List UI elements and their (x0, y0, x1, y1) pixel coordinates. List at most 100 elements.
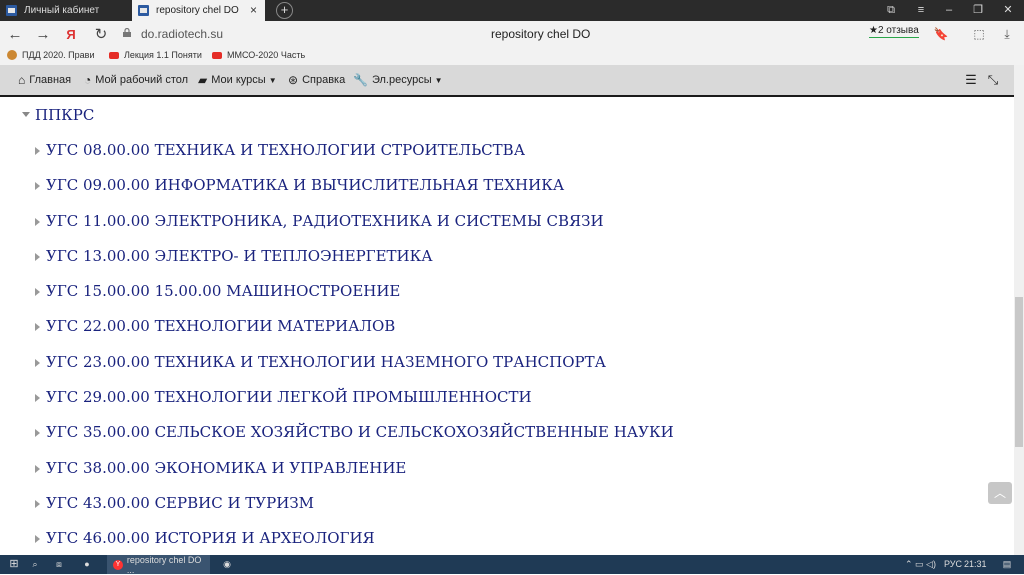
tab-personal-cabinet[interactable]: Личный кабинет (0, 0, 131, 21)
home-icon: ⌂ (18, 73, 26, 87)
subcategory-item[interactable]: УГС 15.00.00 15.00.00 МАШИНОСТРОЕНИЕ (35, 282, 674, 317)
clock[interactable]: 21:31 (964, 555, 987, 574)
nav-my-courses[interactable]: ▰ Мои курсы ▼ (198, 65, 277, 95)
nav-help[interactable]: ⊛ Справка (288, 65, 345, 95)
wrench-icon: 🔧 (353, 73, 368, 87)
subcategory-label: УГС 09.00.00 ИНФОРМАТИКА И ВЫЧИСЛИТЕЛЬНА… (46, 176, 565, 195)
lock-icon (123, 28, 131, 37)
bookmark-item[interactable]: ПДД 2020. Прави (7, 50, 94, 60)
road-sign-icon (7, 50, 17, 60)
category-tree: ППКРС УГС 08.00.00 ТЕХНИКА И ТЕХНОЛОГИИ … (0, 97, 1014, 555)
new-tab-button[interactable]: + (276, 2, 293, 19)
subcategory-item[interactable]: УГС 13.00.00 ЭЛЕКТРО- И ТЕПЛОЭНЕРГЕТИКА (35, 247, 674, 282)
download-icon[interactable]: ⤓ (996, 21, 1018, 48)
briefcase-icon: ▰ (198, 73, 208, 87)
subcategory-item[interactable]: УГС 43.00.00 СЕРВИС И ТУРИЗМ (35, 494, 674, 529)
subcategory-label: УГС 08.00.00 ТЕХНИКА И ТЕХНОЛОГИИ СТРОИТ… (46, 141, 526, 159)
os-taskbar: ⊞ ⌕ ⧈ ● Y repository chel DO ... ◉ ⌃ ▭ ◁… (0, 554, 1024, 575)
collapsed-triangle-icon (35, 182, 40, 191)
nav-courses-label: Мои курсы (211, 74, 266, 86)
yandex-browser-icon: Y (113, 559, 123, 570)
chrome-icon[interactable]: ◉ (220, 555, 234, 574)
forward-arrow-icon[interactable]: → (30, 21, 56, 48)
taskbar-app-browser[interactable]: Y repository chel DO ... (107, 554, 210, 575)
subcategory-item[interactable]: УГС 29.00.00 ТЕХНОЛОГИИ ЛЕГКОЙ ПРОМЫШЛЕН… (35, 388, 674, 423)
taskbar-app-label: repository chel DO ... (126, 554, 202, 575)
bookmark-label: ПДД 2020. Прави (22, 50, 95, 60)
task-view-icon[interactable]: ⧈ (52, 555, 66, 574)
subcategory-label: УГС 11.00.00 ЭЛЕКТРОНИКА, РАДИОТЕХНИКА И… (46, 211, 604, 230)
nav-help-label: Справка (302, 74, 346, 86)
address-bar: ← → Я ↻ do.radiotech.su repository chel … (0, 21, 1024, 48)
windows-start-icon[interactable]: ⊞ (6, 555, 22, 574)
site-favicon-icon (6, 5, 17, 16)
minimize-button[interactable]: – (934, 0, 964, 21)
collapsed-triangle-icon (35, 535, 40, 544)
restore-button[interactable]: ❐ (963, 0, 993, 21)
subcategory-item[interactable]: УГС 11.00.00 ЭЛЕКТРОНИКА, РАДИОТЕХНИКА И… (35, 212, 674, 247)
yandex-icon[interactable]: Я (58, 21, 84, 48)
bookmark-item[interactable]: ММСО-2020 Часть (212, 50, 305, 60)
collapsed-triangle-icon (35, 358, 40, 367)
root-category-label: ППКРС (35, 106, 95, 124)
nav-dashboard[interactable]: ◔ Мой рабочий стол (84, 65, 188, 95)
subcategory-item[interactable]: УГС 23.00.00 ТЕХНИКА И ТЕХНОЛОГИИ НАЗЕМН… (35, 353, 674, 388)
bookmark-label: Лекция 1.1 Поняти (124, 50, 202, 60)
reload-icon[interactable]: ↻ (88, 21, 114, 48)
subcategory-item[interactable]: УГС 09.00.00 ИНФОРМАТИКА И ВЫЧИСЛИТЕЛЬНА… (35, 176, 674, 211)
site-favicon-icon (138, 5, 149, 16)
browser-tab-strip: Личный кабинет repository chel DO × + ⧉ … (0, 0, 1024, 21)
subcategory-item[interactable]: УГС 35.00.00 СЕЛЬСКОЕ ХОЗЯЙСТВО И СЕЛЬСК… (35, 423, 674, 458)
nav-dashboard-label: Мой рабочий стол (95, 74, 189, 86)
subcategory-label: УГС 29.00.00 ТЕХНОЛОГИИ ЛЕГКОЙ ПРОМЫШЛЕН… (46, 388, 532, 407)
subcategory-item[interactable]: УГС 46.00.00 ИСТОРИЯ И АРХЕОЛОГИЯ (35, 529, 674, 555)
collapsed-triangle-icon (35, 288, 40, 297)
page-scrollbar[interactable] (1014, 65, 1024, 555)
collapsed-triangle-icon (35, 499, 40, 508)
notifications-icon[interactable]: ▤ (1000, 555, 1014, 574)
nav-resources[interactable]: 🔧 Эл.ресурсы ▼ (353, 65, 443, 95)
extensions-icon[interactable]: ⬚ (968, 21, 990, 48)
bookmarks-bar: ПДД 2020. Прави Лекция 1.1 Поняти ММСО-2… (0, 48, 1024, 65)
site-navbar: ⌂ Главная ◔ Мой рабочий стол ▰ Мои курсы… (0, 65, 1014, 97)
search-icon[interactable]: ⌕ (28, 555, 42, 574)
back-arrow-icon[interactable]: ← (2, 21, 28, 48)
language-indicator[interactable]: РУС (944, 555, 962, 574)
subcategory-label: УГС 43.00.00 СЕРВИС И ТУРИЗМ (46, 493, 315, 512)
subcategory-label: УГС 23.00.00 ТЕХНИКА И ТЕХНОЛОГИИ НАЗЕМН… (46, 352, 606, 371)
scrollbar-thumb[interactable] (1015, 297, 1023, 447)
reviews-badge[interactable]: ★2 отзыва (869, 25, 919, 38)
collapsed-triangle-icon (35, 217, 40, 226)
subcategory-label: УГС 46.00.00 ИСТОРИЯ И АРХЕОЛОГИЯ (46, 529, 375, 548)
collapsed-triangle-icon (35, 323, 40, 332)
collapse-icon[interactable]: ⤡ (984, 71, 1002, 89)
menu-icon[interactable]: ≡ (906, 0, 936, 21)
collapsed-triangle-icon (35, 429, 40, 438)
tab-repository[interactable]: repository chel DO × (132, 0, 265, 21)
root-category[interactable]: ППКРС (22, 106, 94, 124)
collapsed-triangle-icon (35, 252, 40, 261)
close-window-button[interactable]: ✕ (993, 0, 1023, 21)
subcategory-label: УГС 35.00.00 СЕЛЬСКОЕ ХОЗЯЙСТВО И СЕЛЬСК… (46, 423, 674, 442)
subcategory-item[interactable]: УГС 38.00.00 ЭКОНОМИКА И УПРАВЛЕНИЕ (35, 459, 674, 494)
collapsed-triangle-icon (35, 464, 40, 473)
subcategory-label: УГС 22.00.00 ТЕХНОЛОГИИ МАТЕРИАЛОВ (46, 317, 396, 336)
url-domain[interactable]: do.radiotech.su (141, 27, 223, 41)
collapsed-triangle-icon (35, 394, 40, 403)
close-tab-icon[interactable]: × (250, 3, 257, 17)
chevron-down-icon: ▼ (268, 75, 277, 85)
assistant-icon[interactable]: ● (80, 555, 94, 574)
subcategory-item[interactable]: УГС 22.00.00 ТЕХНОЛОГИИ МАТЕРИАЛОВ (35, 317, 674, 352)
youtube-icon (109, 51, 119, 59)
nav-home[interactable]: ⌂ Главная (18, 65, 71, 95)
subcategory-label: УГС 15.00.00 15.00.00 МАШИНОСТРОЕНИЕ (46, 282, 401, 301)
subcategory-item[interactable]: УГС 08.00.00 ТЕХНИКА И ТЕХНОЛОГИИ СТРОИТ… (35, 141, 674, 176)
tray-icons: ⌃ ▭ ◁) (905, 559, 936, 569)
scroll-to-top-button[interactable]: ︿ (988, 482, 1012, 504)
chevron-down-icon: ▼ (434, 75, 443, 85)
tabs-menu-icon[interactable]: ⧉ (876, 0, 906, 21)
nav-home-label: Главная (29, 74, 72, 86)
bookmark-item[interactable]: Лекция 1.1 Поняти (109, 50, 202, 60)
list-icon[interactable]: ☰ (962, 71, 980, 89)
bookmark-icon[interactable]: 🔖 (930, 21, 952, 48)
